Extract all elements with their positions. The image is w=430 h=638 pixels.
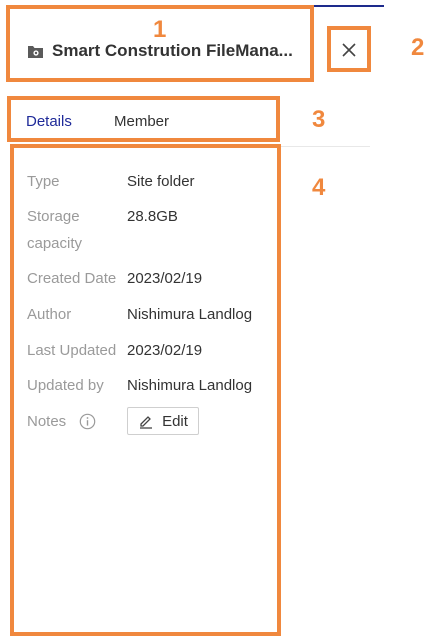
top-accent-line xyxy=(312,5,384,7)
annotation-number-2: 2 xyxy=(411,34,425,61)
annotation-box-2 xyxy=(327,26,371,72)
annotation-number-4: 4 xyxy=(312,174,326,201)
annotation-box-4 xyxy=(10,144,281,636)
tab-divider xyxy=(280,146,370,147)
annotation-number-3: 3 xyxy=(312,106,326,133)
annotation-box-3 xyxy=(7,96,280,142)
annotation-number-1: 1 xyxy=(153,16,167,43)
